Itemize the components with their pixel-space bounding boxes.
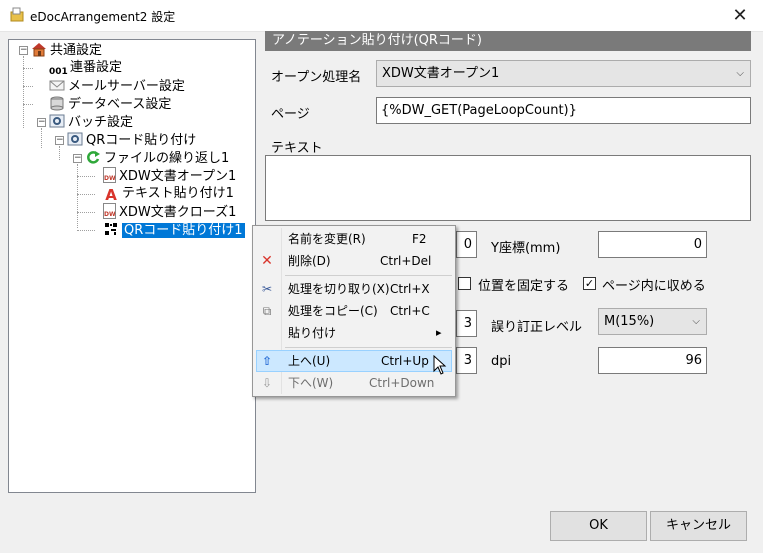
menu-separator (285, 347, 452, 348)
size-input[interactable]: 3 (456, 310, 477, 337)
tree-line (77, 230, 95, 231)
y-coordinate-label: Y座標(mm) (491, 241, 561, 256)
tree-line (23, 56, 24, 128)
text-area[interactable] (265, 155, 751, 221)
mail-icon (49, 77, 65, 93)
collapse-toggle[interactable]: − (19, 46, 28, 55)
delete-x-icon: ✕ (261, 253, 273, 269)
menu-item-move-up[interactable]: ⇧ 上へ(U) Ctrl+Up (256, 350, 452, 372)
xdw-doc-icon: DW (103, 167, 116, 183)
fit-page-checkbox[interactable]: ✓ (583, 277, 596, 290)
app-folder-icon (9, 7, 25, 23)
context-menu: 名前を変更(R) F2 ✕ 削除(D) Ctrl+Del ✂ 処理を切り取り(X… (252, 225, 456, 397)
error-correction-label: 誤り訂正レベル (491, 320, 583, 335)
x-coordinate-input[interactable]: 0 (456, 231, 477, 258)
tree-line (23, 68, 33, 69)
text-label: テキスト (271, 141, 323, 156)
menu-item-copy[interactable]: ⧉ 処理をコピー(C) Ctrl+C (256, 300, 452, 322)
tree-item-common-settings[interactable]: 共通設定 (31, 41, 102, 59)
tree-item-qr-paste-1[interactable]: QRコード貼り付け1 (103, 221, 245, 239)
close-icon[interactable]: ✕ (717, 0, 763, 32)
page-label: ページ (271, 107, 310, 122)
tree-item-qr-paste[interactable]: QRコード貼り付け (67, 131, 196, 149)
tree-line (77, 194, 95, 195)
collapse-toggle[interactable]: − (37, 118, 46, 127)
error-correction-dropdown[interactable]: M(15%) ⌵ (598, 308, 707, 335)
submenu-arrow-icon: ▸ (436, 326, 442, 339)
tree-item-text-paste[interactable]: A テキスト貼り付け1 (103, 185, 234, 203)
scissors-icon: ✂ (261, 282, 273, 296)
tree-line (23, 104, 33, 105)
menu-item-delete[interactable]: ✕ 削除(D) Ctrl+Del (256, 250, 452, 272)
open-process-dropdown[interactable]: XDW文書オープン1 ⌵ (376, 60, 751, 87)
y-coordinate-input[interactable]: 0 (598, 231, 707, 258)
menu-item-move-down[interactable]: ⇩ 下へ(W) Ctrl+Down (256, 372, 452, 394)
tree-line (77, 164, 78, 228)
database-icon (49, 95, 65, 111)
chevron-down-icon: ⌵ (736, 68, 744, 79)
fix-position-checkbox[interactable] (458, 277, 471, 290)
margin-input[interactable]: 3 (456, 347, 477, 374)
collapse-toggle[interactable]: − (73, 154, 82, 163)
tree-line (77, 176, 95, 177)
up-arrow-icon: ⇧ (261, 354, 273, 368)
tree-line (41, 128, 42, 148)
house-icon (31, 41, 47, 57)
page-input[interactable]: {%DW_GET(PageLoopCount)} (376, 97, 751, 124)
section-header: アノテーション貼り付け(QRコード) (265, 31, 751, 51)
ok-button[interactable]: OK (550, 511, 647, 541)
batch-icon (49, 113, 65, 129)
qr-code-icon (103, 221, 119, 237)
qr-settings-icon (67, 131, 83, 147)
text-a-icon: A (105, 186, 117, 204)
collapse-toggle[interactable]: − (55, 136, 64, 145)
error-correction-value: M(15%) (604, 314, 655, 329)
mouse-cursor-icon (433, 354, 447, 375)
open-process-label: オープン処理名 (271, 70, 362, 85)
tree-line (23, 86, 33, 87)
menu-separator (285, 275, 452, 276)
menu-item-rename[interactable]: 名前を変更(R) F2 (256, 228, 452, 250)
fix-position-label: 位置を固定する (478, 279, 570, 294)
tree-item-numbering[interactable]: 001 連番設定 (49, 59, 122, 77)
tree-item-database[interactable]: データベース設定 (49, 95, 171, 113)
loop-icon (85, 149, 101, 165)
tree-line (59, 146, 60, 160)
dpi-label: dpi (491, 354, 512, 369)
menu-item-paste[interactable]: 貼り付け ▸ (256, 322, 452, 344)
copy-icon: ⧉ (262, 304, 272, 318)
cancel-button[interactable]: キャンセル (650, 511, 747, 541)
open-process-value: XDW文書オープン1 (382, 66, 500, 81)
dpi-input[interactable]: 96 (598, 347, 707, 374)
chevron-down-icon: ⌵ (692, 316, 700, 327)
tree-item-xdw-open[interactable]: DW XDW文書オープン1 (103, 167, 236, 185)
tree-item-xdw-close[interactable]: DW XDW文書クローズ1 (103, 203, 236, 221)
tree-item-file-loop[interactable]: ファイルの繰り返し1 (85, 149, 229, 167)
title-bar: eDocArrangement2 設定 ✕ (0, 0, 763, 32)
tree-line (77, 212, 95, 213)
down-arrow-icon: ⇩ (261, 376, 273, 390)
xdw-doc-icon: DW (103, 203, 116, 219)
menu-item-cut[interactable]: ✂ 処理を切り取り(X) Ctrl+X (256, 278, 452, 300)
window-title: eDocArrangement2 設定 (30, 10, 176, 24)
fit-page-label: ページ内に収める (602, 279, 706, 294)
tree-item-mail-server[interactable]: メールサーバー設定 (49, 77, 185, 95)
tree-item-batch[interactable]: バッチ設定 (49, 113, 133, 131)
settings-tree[interactable]: − − − − 共通設定 001 連番設定 メールサーバー設定 データベース設定 … (8, 39, 256, 493)
